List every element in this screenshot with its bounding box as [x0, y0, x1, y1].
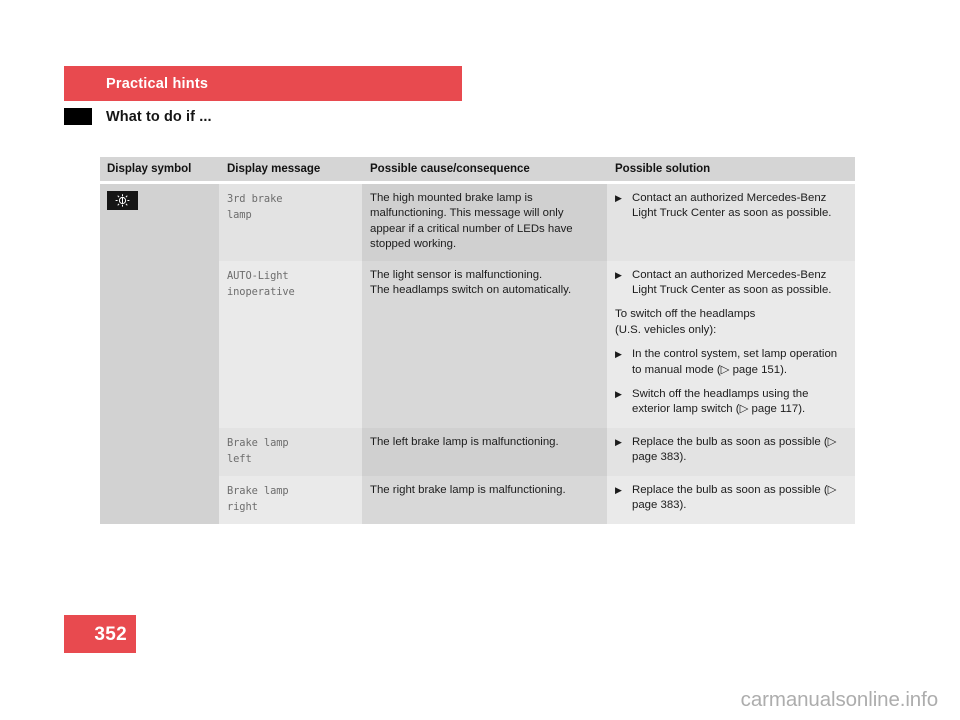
column-header-possible-solution: Possible solution: [607, 157, 855, 181]
triangle-bullet-icon: ▶: [615, 349, 622, 360]
table-row: 3rd brake lamp The high mounted brake la…: [100, 184, 855, 524]
possible-solution: ▶ Replace the bulb as soon as possible (…: [607, 475, 855, 524]
possible-cause: The left brake lamp is malfunctioning.: [362, 427, 607, 476]
section-marker: [64, 108, 92, 125]
triangle-bullet-icon: ▶: [615, 269, 622, 280]
column-header-display-symbol: Display symbol: [100, 157, 219, 181]
triangle-bullet-icon: ▶: [615, 484, 622, 495]
solution-bullet-item: ▶ Replace the bulb as soon as possible (…: [615, 435, 843, 466]
solution-note: To switch off the headlamps (U.S. vehicl…: [615, 308, 756, 336]
page-number-block: 352: [64, 615, 136, 653]
display-message: Brake lamp right: [219, 475, 362, 524]
column-header-display-message: Display message: [219, 157, 362, 181]
solution-text: Contact an authorized Mercedes-Benz Ligh…: [632, 192, 832, 220]
page-title: What to do if ...: [106, 109, 212, 125]
solution-bullet-item: ▶ Contact an authorized Mercedes-Benz Li…: [615, 268, 843, 299]
triangle-bullet-icon: ▶: [615, 389, 622, 400]
page-number: 352: [94, 624, 127, 645]
possible-solution: ▶ Contact an authorized Mercedes-Benz Li…: [607, 260, 855, 428]
display-symbol-cell: [100, 184, 219, 524]
solution-bullet-item: ▶ In the control system, set lamp operat…: [615, 347, 843, 378]
table-header-row: Display symbol Display message Possible …: [100, 157, 855, 181]
display-messages-table: Display symbol Display message Possible …: [100, 157, 855, 524]
possible-cause: The high mounted brake lamp is malfuncti…: [362, 184, 607, 261]
possible-solution: ▶ Replace the bulb as soon as possible (…: [607, 427, 855, 476]
display-message: 3rd brake lamp: [219, 184, 362, 261]
possible-cause: The right brake lamp is malfunctioning.: [362, 475, 607, 524]
display-message: AUTO-Light inoperative: [219, 260, 362, 428]
solution-bullet-item: ▶ Switch off the headlamps using the ext…: [615, 387, 843, 418]
triangle-bullet-icon: ▶: [615, 193, 622, 203]
possible-solution: ▶ Contact an authorized Mercedes-Benz Li…: [607, 184, 855, 261]
possible-cause: The light sensor is malfunctioning. The …: [362, 260, 607, 428]
chapter-title: Practical hints: [106, 76, 209, 92]
table-body: 3rd brake lamp The high mounted brake la…: [100, 184, 855, 524]
column-header-possible-cause: Possible cause/consequence: [362, 157, 607, 181]
solution-text: Contact an authorized Mercedes-Benz Ligh…: [632, 268, 832, 297]
watermark: carmanualsonline.info: [740, 688, 938, 711]
solution-bullet-item: ▶ Replace the bulb as soon as possible (…: [615, 483, 843, 514]
solution-text: Replace the bulb as soon as possible (▷ …: [632, 483, 837, 512]
triangle-bullet-icon: ▶: [615, 436, 622, 447]
solution-bullet-item: ▶ Contact an authorized Mercedes-Benz Li…: [615, 191, 843, 222]
solution-text: Switch off the headlamps using the exter…: [632, 388, 809, 416]
solution-text: In the control system, set lamp operatio…: [632, 348, 838, 376]
lamp-symbol-icon: [107, 191, 138, 210]
display-message: Brake lamp left: [219, 427, 362, 476]
solution-text: Replace the bulb as soon as possible (▷ …: [632, 435, 837, 464]
